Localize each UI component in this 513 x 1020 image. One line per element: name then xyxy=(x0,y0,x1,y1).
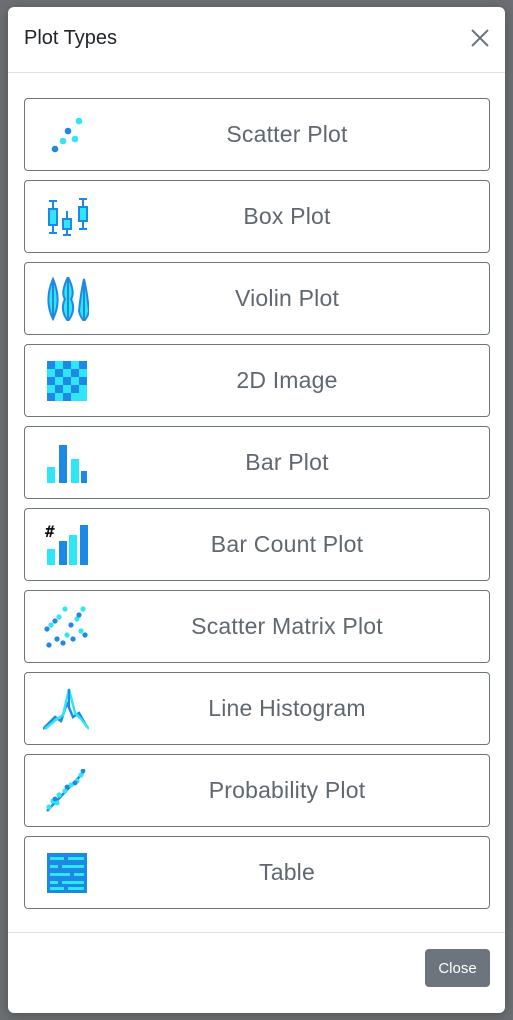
table-button[interactable]: Table xyxy=(24,836,490,909)
plot-type-label: Box Plot xyxy=(243,203,331,229)
line-histogram-button[interactable]: Line Histogram xyxy=(24,672,490,745)
modal-title: Plot Types xyxy=(24,27,118,49)
plot-type-label: Bar Count Plot xyxy=(210,531,364,557)
violin-plot-button[interactable]: Violin Plot xyxy=(24,262,490,335)
plot-type-label: Violin Plot xyxy=(234,285,340,311)
close-icon[interactable] xyxy=(469,27,491,49)
2d-image-icon xyxy=(47,361,87,401)
table-icon xyxy=(47,853,87,893)
line-histogram-icon xyxy=(43,688,89,730)
plot-type-label: Probability Plot xyxy=(208,777,366,803)
scatter-matrix-plot-button[interactable]: Scatter Matrix Plot xyxy=(24,590,490,663)
box-plot-icon xyxy=(48,198,88,236)
bar-count-plot-icon: # xyxy=(45,523,88,565)
2d-image-button[interactable]: 2D Image xyxy=(24,344,490,417)
violin-plot-icon xyxy=(47,277,89,321)
close-button[interactable]: Close xyxy=(425,949,490,987)
plot-type-label: 2D Image xyxy=(236,367,338,393)
scatter-plot-icon xyxy=(51,117,83,153)
plot-type-label: Bar Plot xyxy=(245,449,329,475)
probability-plot-icon xyxy=(46,769,86,812)
bar-plot-button[interactable]: Bar Plot xyxy=(24,426,490,499)
scatter-matrix-plot-icon xyxy=(44,606,88,648)
bar-plot-icon xyxy=(47,445,87,483)
svg-text:#: # xyxy=(45,523,55,541)
plot-type-label: Line Histogram xyxy=(208,695,366,721)
bar-count-plot-button[interactable]: # Bar Count Plot xyxy=(24,508,490,581)
plot-type-label: Scatter Matrix Plot xyxy=(191,613,383,639)
plot-type-label: Scatter Plot xyxy=(226,121,348,147)
probability-plot-button[interactable]: Probability Plot xyxy=(24,754,490,827)
modal-header: Plot Types xyxy=(8,7,505,73)
plot-type-label: Table xyxy=(259,859,315,885)
modal-footer: Close xyxy=(8,932,505,1013)
box-plot-button[interactable]: Box Plot xyxy=(24,180,490,253)
scatter-plot-button[interactable]: Scatter Plot xyxy=(24,98,490,171)
plot-types-modal: Plot Types Scatter Plot Box Plot Violin … xyxy=(8,7,505,1013)
